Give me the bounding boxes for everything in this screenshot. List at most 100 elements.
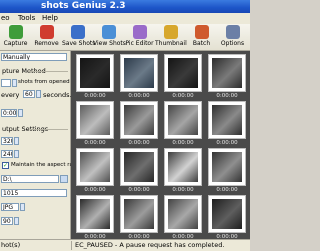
toolbar: Capture Remove Save Shots View Shots Pic Edi… xyxy=(0,24,250,51)
thumbnail-item[interactable] xyxy=(76,101,114,139)
batch-button[interactable]: Batch xyxy=(186,24,217,50)
remove-button[interactable]: Remove xyxy=(31,24,62,50)
thumbnail-icon xyxy=(163,25,178,39)
toolbar-label: Options xyxy=(220,40,245,47)
thumbnail-item[interactable] xyxy=(76,148,114,186)
filename-prefix-field[interactable]: 1015_ xyxy=(1,189,67,197)
shots-count-field[interactable] xyxy=(1,79,11,87)
thumbnail-timestamp: 0:00:00 xyxy=(128,93,150,99)
status-shot-count: hot(s) xyxy=(1,241,21,249)
remove-icon xyxy=(39,25,54,39)
thumbnail-image xyxy=(80,152,110,182)
thumbnail-item[interactable] xyxy=(120,101,158,139)
format-dropdown-icon[interactable] xyxy=(20,203,25,211)
thumbnail-timestamp: 0:00:00 xyxy=(172,93,194,99)
toolbar-label: Capture xyxy=(3,40,28,47)
thumbnail-timestamp: 0:00:00 xyxy=(216,93,238,99)
thumbnail-image xyxy=(212,199,242,229)
menu-video[interactable]: eo xyxy=(1,14,10,22)
format-select[interactable]: JPG xyxy=(1,203,19,211)
title-bar: shots Genius 2.3 xyxy=(0,0,250,13)
output-folder-field[interactable]: D:\ xyxy=(1,175,59,183)
status-separator xyxy=(71,241,72,250)
thumbnail-item[interactable] xyxy=(120,148,158,186)
options-button[interactable]: Options xyxy=(217,24,248,50)
thumbnail-timestamp: 0:00:00 xyxy=(172,140,194,146)
thumbnail-image xyxy=(124,199,154,229)
thumbnail-item[interactable] xyxy=(208,195,246,233)
thumbnail-button[interactable]: Thumbnail xyxy=(155,24,187,50)
thumbnail-image xyxy=(80,58,110,88)
options-icon xyxy=(225,25,240,39)
every-label: every xyxy=(1,91,20,99)
save-shots-button[interactable]: Save Shots xyxy=(62,24,96,50)
thumbnail-image xyxy=(212,58,242,88)
view-icon xyxy=(101,25,116,39)
toolbar-label: Pic Editor xyxy=(125,40,154,47)
menu-tools[interactable]: Tools xyxy=(18,14,35,22)
maintain-aspect-checkbox[interactable]: ✓ xyxy=(2,162,9,169)
group-divider xyxy=(28,71,68,72)
pic-editor-icon xyxy=(132,25,147,39)
thumbnail-image xyxy=(168,199,198,229)
seconds-label: seconds. xyxy=(43,91,72,99)
batch-icon xyxy=(194,25,209,39)
height-field[interactable]: 240 xyxy=(1,150,13,158)
thumbnail-image xyxy=(80,105,110,135)
height-spinner[interactable] xyxy=(14,150,19,158)
browse-folder-button[interactable] xyxy=(60,175,68,183)
quality-spinner[interactable] xyxy=(14,217,19,225)
thumbnail-image xyxy=(168,105,198,135)
thumbnail-timestamp: 0:00:00 xyxy=(172,187,194,193)
thumbnail-image xyxy=(124,58,154,88)
group-divider xyxy=(30,129,68,130)
thumbnail-image xyxy=(124,105,154,135)
save-icon xyxy=(70,25,85,39)
thumbnail-timestamp: 0:00:00 xyxy=(84,187,106,193)
start-time-field[interactable]: 0:00 xyxy=(1,109,17,117)
menu-help[interactable]: Help xyxy=(42,14,58,22)
thumbnail-item[interactable] xyxy=(120,54,158,92)
thumbnail-timestamp: 0:00:00 xyxy=(216,140,238,146)
toolbar-label: Thumbnail xyxy=(155,40,187,47)
thumbnail-image xyxy=(80,199,110,229)
capture-button[interactable]: Capture xyxy=(0,24,31,50)
thumbnail-item[interactable] xyxy=(164,101,202,139)
width-spinner[interactable] xyxy=(14,137,19,145)
toolbar-label: Save Shots xyxy=(62,40,96,47)
thumbnail-timestamp: 0:00:00 xyxy=(216,187,238,193)
thumbnail-image xyxy=(168,152,198,182)
thumbnail-item[interactable] xyxy=(120,195,158,233)
mode-select[interactable]: Manually xyxy=(1,53,67,61)
start-time-spinner[interactable] xyxy=(18,109,23,117)
every-seconds-field[interactable]: 60 xyxy=(23,90,35,98)
every-seconds-spinner[interactable] xyxy=(36,90,41,98)
thumbnail-item[interactable] xyxy=(164,54,202,92)
capture-icon xyxy=(8,25,23,39)
toolbar-label: Remove xyxy=(34,40,59,47)
thumbnail-item[interactable] xyxy=(164,148,202,186)
quality-field[interactable]: 90 xyxy=(1,217,13,225)
thumbnail-image xyxy=(168,58,198,88)
thumbnail-timestamp: 0:00:00 xyxy=(128,140,150,146)
thumbnail-grid: 0:00:00 0:00:00 0:00:00 0:00:00 0:00:00 0:00:… xyxy=(71,51,250,239)
window-title: shots Genius 2.3 xyxy=(41,1,126,11)
width-field[interactable]: 320 xyxy=(1,137,13,145)
thumbnail-image xyxy=(124,152,154,182)
thumbnail-item[interactable] xyxy=(208,148,246,186)
thumbnail-item[interactable] xyxy=(76,195,114,233)
thumbnail-item[interactable] xyxy=(164,195,202,233)
settings-panel: Manually pture Method shots from opened … xyxy=(0,51,82,239)
thumbnail-item[interactable] xyxy=(76,54,114,92)
shots-count-spinner[interactable] xyxy=(12,79,17,87)
pic-editor-button[interactable]: Pic Editor xyxy=(124,24,155,50)
thumbnail-timestamp: 0:00:00 xyxy=(84,93,106,99)
status-message: EC_PAUSED - A pause request has complete… xyxy=(75,241,225,249)
thumbnail-item[interactable] xyxy=(208,101,246,139)
toolbar-label: Batch xyxy=(192,40,211,47)
view-shots-button[interactable]: View Shots xyxy=(93,24,126,50)
thumbnail-item[interactable] xyxy=(208,54,246,92)
thumbnail-image xyxy=(212,105,242,135)
status-bar: hot(s) EC_PAUSED - A pause request has c… xyxy=(0,239,250,251)
thumbnail-image xyxy=(212,152,242,182)
